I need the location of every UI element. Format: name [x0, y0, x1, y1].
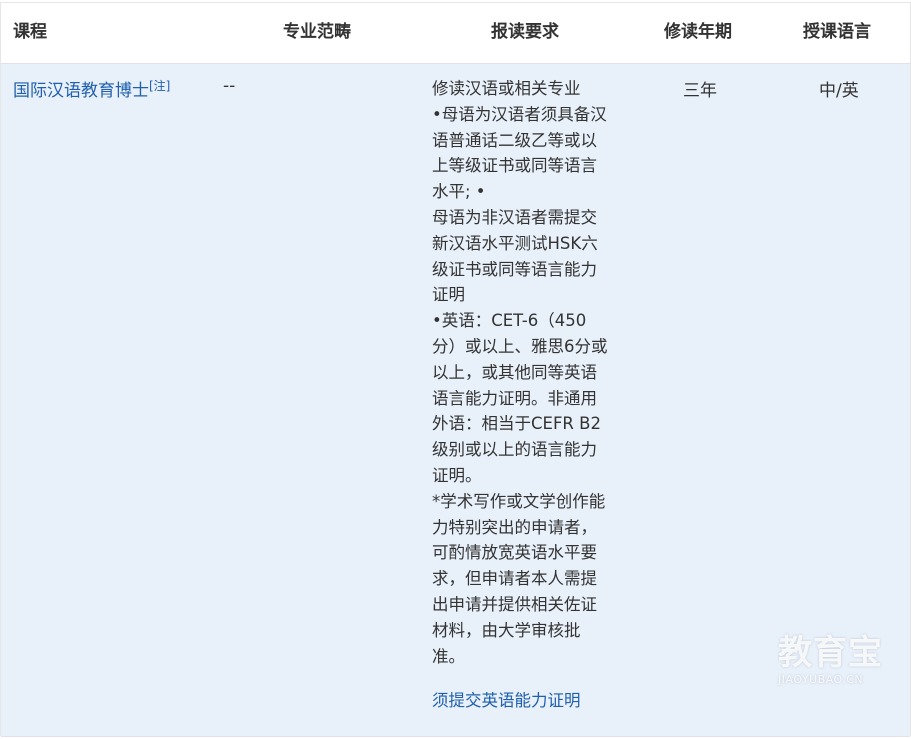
requirement-line: 级证书或同等语言能力: [432, 259, 597, 279]
course-note-link[interactable]: [注]: [149, 79, 170, 93]
requirement-line: 准。: [432, 646, 465, 666]
header-language: 授课语言: [803, 22, 871, 42]
duration-value: 三年: [683, 81, 717, 101]
requirement-line: 力特别突出的申请者，: [432, 517, 597, 537]
requirement-line: 上等级证书或同等语言: [432, 156, 597, 176]
watermark-sub: JIAOYUBAO.CN: [778, 673, 864, 686]
requirement-line: *学术写作或文学创作能: [432, 491, 606, 511]
header-requirements: 报读要求: [491, 22, 559, 42]
requirement-line: 母语为非汉语者需提交: [432, 207, 597, 227]
requirement-line: 分）或以上、雅思6分或: [432, 336, 608, 356]
requirement-line: 证明。: [432, 465, 482, 485]
requirements-text: 修读汉语或相关专业 •母语为汉语者须具备汉 语普通话二级乙等或以 上等级证书或同等语言…: [432, 76, 622, 669]
requirement-line: 外语：相当于CEFR B2: [432, 414, 601, 434]
requirement-line: 以上，或其他同等英语: [432, 362, 597, 382]
english-proof-link[interactable]: 须提交英语能力证明: [432, 687, 581, 711]
requirement-line: 语普通话二级乙等或以: [432, 130, 597, 150]
requirement-line: 语言能力证明。非通用: [432, 388, 597, 408]
requirement-line: 求，但申请者本人需提: [432, 569, 597, 589]
requirement-line: 水平; •: [432, 182, 486, 202]
watermark-main: 教育宝: [778, 633, 883, 673]
language-value: 中/英: [819, 81, 859, 101]
course-link[interactable]: 国际汉语教育博士[注]: [13, 76, 170, 101]
requirement-line: 修读汉语或相关专业: [432, 79, 581, 98]
specialization-value: --: [223, 76, 236, 96]
requirement-line: 出申请并提供相关佐证: [432, 594, 597, 614]
requirement-line: 级别或以上的语言能力: [432, 440, 597, 460]
requirement-line: 可酌情放宽英语水平要: [432, 543, 597, 563]
table-row: 国际汉语教育博士[注] -- 修读汉语或相关专业 •母语为汉语者须具备汉 语普通话二…: [1, 64, 910, 737]
header-duration: 修读年期: [664, 22, 732, 42]
requirement-line: •英语：CET-6（450: [432, 311, 587, 331]
header-specialization: 专业范畴: [283, 22, 351, 42]
requirement-line: 新汉语水平测试HSK六: [432, 233, 598, 253]
header-course: 课程: [13, 22, 47, 42]
program-table: 课程 专业范畴 报读要求 修读年期 授课语言 国际汉语教育博士[注] -- 修读…: [0, 2, 911, 737]
requirement-line: 材料，由大学审核批: [432, 620, 581, 640]
watermark-logo: 教育宝 JIAOYUBAO.CN: [778, 633, 896, 723]
course-name: 国际汉语教育博士: [13, 81, 149, 101]
requirement-line: •母语为汉语者须具备汉: [432, 104, 607, 124]
table-header-row: 课程 专业范畴 报读要求 修读年期 授课语言: [1, 3, 910, 64]
requirement-line: 证明: [432, 285, 465, 305]
